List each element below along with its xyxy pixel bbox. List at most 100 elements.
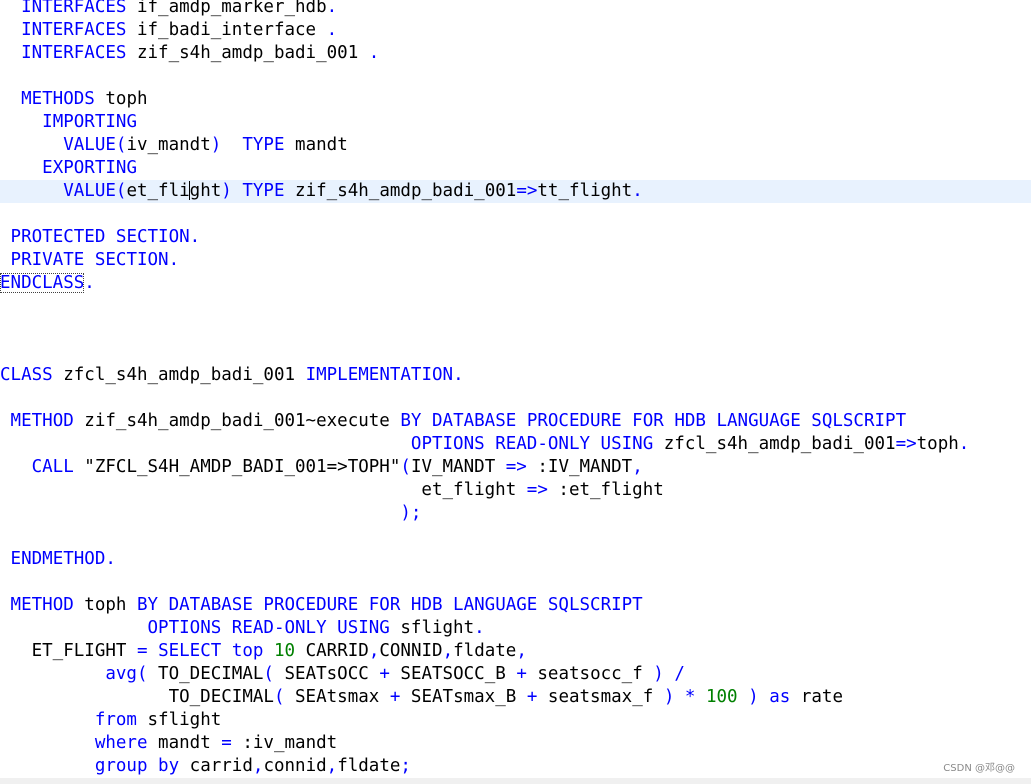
keyword-token: where [94,733,148,753]
code-token: TO_DECIMAL [147,664,264,684]
keyword-token: OPTIONS READ-ONLY USING [410,434,654,454]
code-editor[interactable]: INTERFACES if_amdp_marker_hdb. INTERFACE… [0,0,1031,784]
code-token: zfcl_s4h_amdp_badi_001 [52,365,306,385]
code-token: fldate [453,641,517,661]
code-line[interactable] [0,318,1031,341]
keyword-token: ENDMETHOD. [10,549,116,569]
code-token: zif_s4h_amdp_badi_001 [284,181,517,201]
code-line[interactable]: CLASS zfcl_s4h_amdp_badi_001 IMPLEMENTAT… [0,364,1031,387]
keyword-token: => [895,434,917,454]
code-line[interactable]: INTERFACES zif_s4h_amdp_badi_001 . [0,42,1031,65]
keyword-token: , [632,457,643,477]
keyword-token: CALL [31,457,74,477]
keyword-token: TYPE [242,181,285,201]
code-line[interactable]: where mandt = :iv_mandt [0,732,1031,755]
code-token: toph [73,595,137,615]
code-line[interactable] [0,295,1031,318]
code-line-current[interactable]: VALUE(et_flight) TYPE zif_s4h_amdp_badi_… [0,180,1031,203]
code-token: zif_s4h_amdp_badi_001~execute [73,411,401,431]
code-token: if_amdp_marker_hdb [126,0,327,17]
code-line[interactable]: IMPORTING [0,111,1031,134]
code-line[interactable]: OPTIONS READ-ONLY USING sflight. [0,617,1031,640]
code-line[interactable]: OPTIONS READ-ONLY USING zfcl_s4h_amdp_ba… [0,433,1031,456]
code-line[interactable]: PROTECTED SECTION. [0,226,1031,249]
number-token: 100 [705,687,738,707]
keyword-token: + [526,687,538,707]
keyword-token: ); [400,503,422,523]
code-line[interactable]: avg( TO_DECIMAL( SEATsOCC + SEATSOCC_B +… [0,663,1031,686]
code-token: SEAtsmax [284,687,390,707]
code-line[interactable]: INTERFACES if_badi_interface . [0,19,1031,42]
code-token: toph [94,89,148,109]
keyword-token: SELECT top [158,641,264,661]
keyword-token: ; [400,756,411,776]
keyword-token: BY DATABASE PROCEDURE FOR HDB LANGUAGE S… [400,411,907,431]
number-token: 10 [273,641,296,661]
keyword-token: => [526,480,548,500]
code-token: seatsocc_f [526,664,654,684]
keyword-token: as [769,687,791,707]
keyword-token: . [326,20,338,40]
code-line[interactable]: TO_DECIMAL( SEAtsmax + SEATsmax_B + seat… [0,686,1031,709]
keyword-token: IMPLEMENTATION. [305,365,464,385]
code-token: et_fli [126,181,190,201]
code-line[interactable]: group by carrid,connid,fldate; [0,755,1031,778]
code-token: rate [790,687,843,707]
keyword-token: TYPE [242,135,285,155]
keyword-token: . [474,618,485,638]
code-line[interactable] [0,65,1031,88]
code-token: :et_flight [547,480,664,500]
keyword-token: . [84,273,95,293]
code-line[interactable] [0,525,1031,548]
keyword-token: . [958,434,970,454]
code-line[interactable]: ET_FLIGHT = SELECT top 10 CARRID,CONNID,… [0,640,1031,663]
keyword-token: => [516,181,538,201]
code-line[interactable]: VALUE(iv_mandt) TYPE mandt [0,134,1031,157]
keyword-token: VALUE( [63,181,127,201]
code-line[interactable]: from sflight [0,709,1031,732]
code-line[interactable] [0,387,1031,410]
keyword-token: PRIVATE SECTION. [10,250,180,270]
code-token: seatsmax_f [537,687,664,707]
keyword-token: INTERFACES [21,43,127,63]
code-token: zif_s4h_amdp_badi_001 [126,43,369,63]
keyword-token: . [326,0,338,17]
code-line[interactable]: INTERFACES if_amdp_marker_hdb. [0,0,1031,19]
keyword-token: , [326,756,338,776]
code-line[interactable]: ENDMETHOD. [0,548,1031,571]
code-line[interactable]: METHOD toph BY DATABASE PROCEDURE FOR HD… [0,594,1031,617]
keyword-token: METHOD [10,411,74,431]
code-line[interactable]: PRIVATE SECTION. [0,249,1031,272]
keyword-token: ) / [653,664,685,684]
horizontal-scrollbar[interactable] [0,778,1031,784]
code-token: SEATsOCC [273,664,380,684]
code-line[interactable]: METHOD zif_s4h_amdp_badi_001~execute BY … [0,410,1031,433]
keyword-token: EXPORTING [42,158,137,178]
code-line[interactable]: ); [0,502,1031,525]
code-line[interactable] [0,203,1031,226]
code-token: et_flight [0,480,527,500]
code-line[interactable] [0,341,1031,364]
keyword-token: , [442,641,454,661]
code-line[interactable]: EXPORTING [0,157,1031,180]
code-token: IV_MANDT [410,457,506,477]
code-line[interactable]: CALL "ZFCL_S4H_AMDP_BADI_001=>TOPH"(IV_M… [0,456,1031,479]
code-line[interactable]: ENDCLASS. [0,272,1031,295]
code-token: SEATSOCC_B [389,664,517,684]
code-line[interactable] [0,571,1031,594]
code-token: "ZFCL_S4H_AMDP_BADI_001=>TOPH" [73,457,401,477]
code-token: :IV_MANDT [526,457,633,477]
code-line[interactable]: et_flight => :et_flight [0,479,1031,502]
code-line[interactable]: METHODS toph [0,88,1031,111]
